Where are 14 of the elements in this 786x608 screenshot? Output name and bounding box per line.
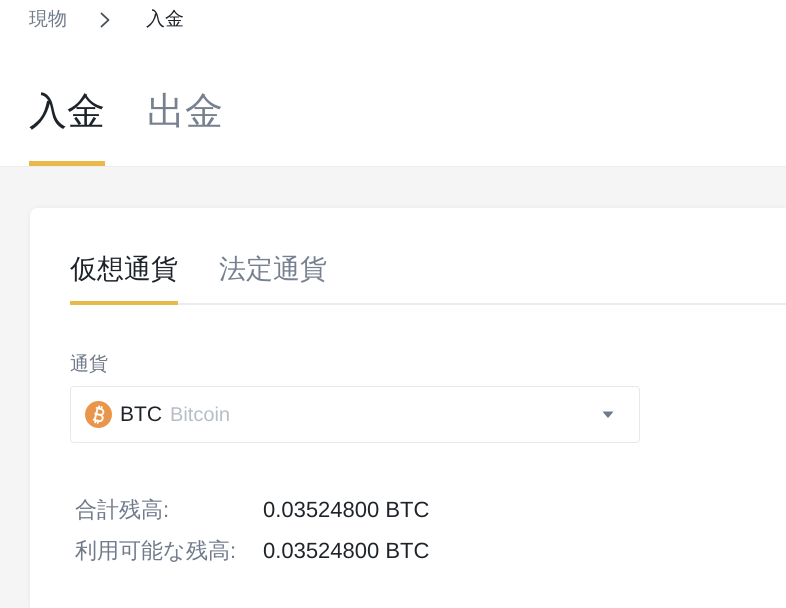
balance-label: 利用可能な残高: xyxy=(75,537,238,565)
field-label: 通貨 xyxy=(70,353,108,377)
coin-icon xyxy=(85,401,112,428)
currency-select[interactable]: BTC Bitcoin xyxy=(70,386,640,443)
currency-type-tab[interactable]: 仮想通貨 xyxy=(70,244,178,305)
balance-label: 合計残高: xyxy=(75,496,170,524)
breadcrumb-link[interactable]: 現物 xyxy=(29,6,67,34)
caret-icon xyxy=(602,411,614,418)
page-tab[interactable]: 出金 xyxy=(147,70,223,166)
balance-value: 0.03524800 BTC xyxy=(263,537,430,565)
breadcrumb-current: 入金 xyxy=(146,8,184,32)
currency-type-tab[interactable]: 法定通貨 xyxy=(219,244,327,305)
chevron-right-icon xyxy=(100,12,110,28)
balance-value: 0.03524800 BTC xyxy=(263,496,430,524)
